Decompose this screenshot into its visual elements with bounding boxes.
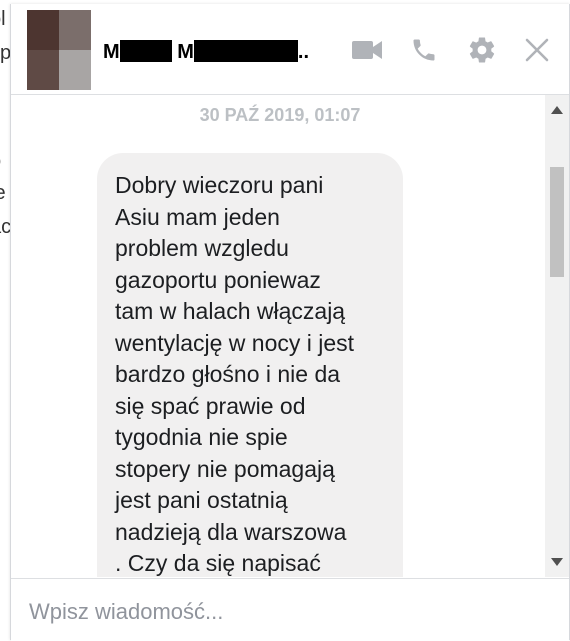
- voice-call-button[interactable]: [406, 34, 442, 66]
- composer: [11, 578, 569, 641]
- message-bubble[interactable]: Dobry wieczoru pani Asiu mam jeden probl…: [97, 153, 403, 577]
- settings-icon: [469, 37, 495, 63]
- avatar[interactable]: [27, 10, 91, 90]
- chat-header: M M..: [11, 4, 569, 95]
- contact-name-initial: M: [177, 41, 194, 63]
- scroll-up-button[interactable]: [545, 99, 569, 121]
- message-timestamp: 30 PAŹ 2019, 01:07: [199, 105, 361, 125]
- close-icon: [525, 38, 549, 62]
- avatar-pixel: [59, 10, 91, 50]
- avatar-pixel: [27, 10, 59, 50]
- scrollbar[interactable]: [545, 95, 569, 577]
- video-call-icon: [352, 41, 382, 59]
- caret-up-icon: [551, 106, 563, 114]
- chat-window: M M.. 30 PAŹ 2019, 01:07 Dobry wieczoru …: [10, 4, 570, 641]
- redaction-bar: [119, 40, 172, 62]
- caret-down-icon: [551, 558, 563, 566]
- contact-name-initial: M: [103, 41, 120, 63]
- settings-button[interactable]: [464, 34, 500, 66]
- redaction-bar: [193, 40, 298, 62]
- close-button[interactable]: [519, 34, 555, 66]
- background-text: o: [0, 146, 1, 177]
- background-text: ol: [0, 8, 6, 30]
- contact-name[interactable]: M M..: [103, 40, 309, 64]
- avatar-pixel: [59, 50, 91, 90]
- video-call-button[interactable]: [349, 34, 385, 66]
- scroll-down-button[interactable]: [545, 551, 569, 573]
- background-text: ie: [0, 178, 6, 209]
- contact-name-ellipsis: ..: [297, 41, 310, 63]
- message-input[interactable]: [27, 595, 531, 629]
- phone-icon: [413, 39, 435, 61]
- message-list: 30 PAŹ 2019, 01:07 Dobry wieczoru pani A…: [11, 95, 569, 577]
- scrollbar-thumb[interactable]: [550, 167, 564, 277]
- avatar-pixel: [27, 50, 59, 90]
